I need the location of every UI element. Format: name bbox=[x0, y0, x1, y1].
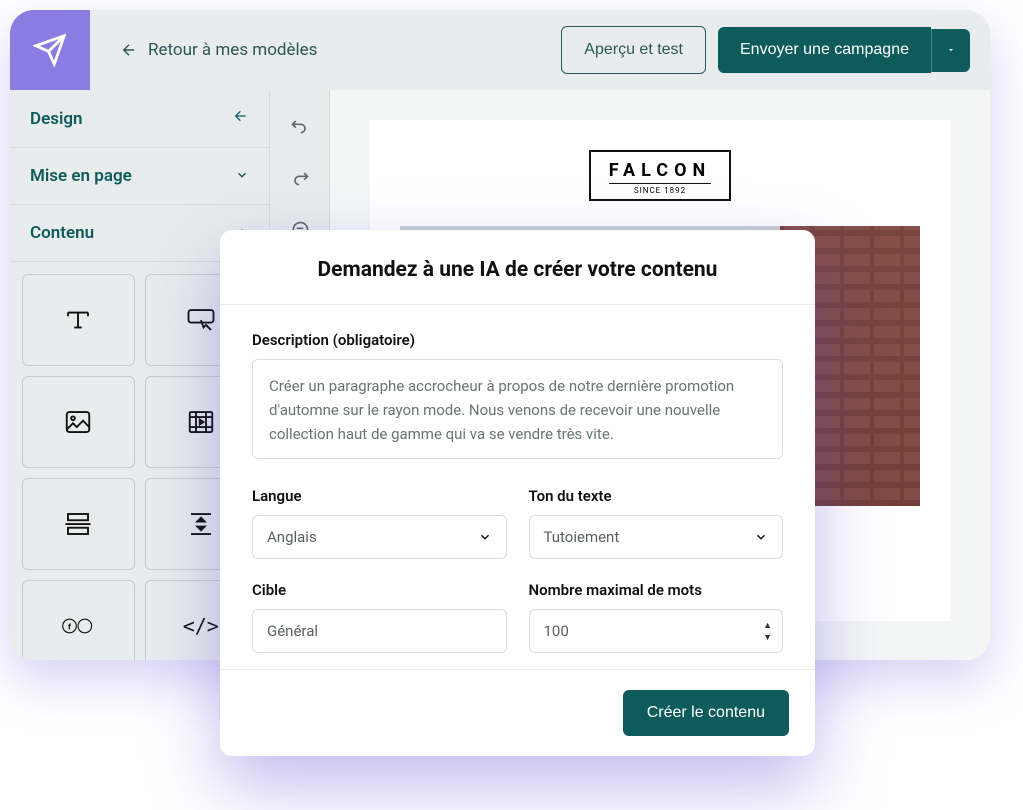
cursor-icon bbox=[186, 305, 216, 335]
block-text[interactable] bbox=[22, 274, 135, 366]
collapse-icon bbox=[233, 108, 249, 129]
chevron-down-icon bbox=[235, 168, 249, 185]
maxwords-input[interactable]: ▲ ▼ bbox=[529, 609, 784, 653]
html-icon: </> bbox=[183, 614, 219, 638]
chevron-down-icon bbox=[478, 530, 492, 544]
language-value: Anglais bbox=[267, 528, 317, 546]
target-input[interactable] bbox=[252, 609, 507, 653]
redo-button[interactable] bbox=[270, 152, 329, 204]
step-up-icon[interactable]: ▲ bbox=[763, 620, 772, 631]
preview-test-button[interactable]: Aperçu et test bbox=[561, 26, 706, 74]
top-bar: Retour à mes modèles Aperçu et test Envo… bbox=[10, 10, 990, 90]
text-icon bbox=[63, 305, 93, 335]
tone-value: Tutoiement bbox=[544, 528, 620, 546]
send-campaign-button[interactable]: Envoyer une campagne bbox=[718, 27, 931, 73]
arrow-left-icon bbox=[120, 41, 138, 59]
send-campaign-dropdown[interactable] bbox=[931, 29, 970, 72]
accordion-design[interactable]: Design bbox=[10, 90, 269, 148]
brand-name: FALCON bbox=[609, 160, 711, 181]
tone-select[interactable]: Tutoiement bbox=[529, 515, 784, 559]
undo-icon bbox=[290, 116, 310, 136]
paper-plane-icon bbox=[33, 33, 67, 67]
language-label: Langue bbox=[252, 487, 507, 505]
maxwords-value[interactable] bbox=[544, 610, 764, 652]
social-icon: f bbox=[61, 616, 95, 636]
chevron-down-icon bbox=[754, 530, 768, 544]
create-content-button[interactable]: Créer le contenu bbox=[623, 690, 789, 736]
divider-icon bbox=[63, 509, 93, 539]
number-stepper[interactable]: ▲ ▼ bbox=[763, 620, 772, 643]
accordion-layout[interactable]: Mise en page bbox=[10, 148, 269, 205]
redo-icon bbox=[290, 168, 310, 188]
block-divider[interactable] bbox=[22, 478, 135, 570]
spacer-icon bbox=[186, 509, 216, 539]
app-logo[interactable] bbox=[10, 10, 90, 90]
tone-label: Ton du texte bbox=[529, 487, 784, 505]
description-label: Description (obligatoire) bbox=[252, 331, 783, 349]
caret-down-icon bbox=[946, 45, 956, 55]
svg-text:f: f bbox=[68, 622, 72, 632]
modal-title: Demandez à une IA de créer votre contenu bbox=[220, 230, 815, 305]
target-label: Cible bbox=[252, 581, 507, 599]
maxwords-label: Nombre maximal de mots bbox=[529, 581, 784, 599]
brand-logo: FALCON SINCE 1892 bbox=[589, 150, 731, 201]
undo-button[interactable] bbox=[270, 100, 329, 152]
video-icon bbox=[186, 407, 216, 437]
language-select[interactable]: Anglais bbox=[252, 515, 507, 559]
block-social[interactable]: f bbox=[22, 580, 135, 660]
design-label: Design bbox=[30, 109, 83, 129]
description-textarea[interactable] bbox=[252, 359, 783, 459]
back-to-templates[interactable]: Retour à mes modèles bbox=[120, 40, 317, 60]
step-down-icon[interactable]: ▼ bbox=[763, 632, 772, 643]
layout-label: Mise en page bbox=[30, 166, 132, 186]
ai-content-modal: Demandez à une IA de créer votre contenu… bbox=[220, 230, 815, 756]
image-icon bbox=[63, 407, 93, 437]
content-label: Contenu bbox=[30, 223, 94, 243]
block-image[interactable] bbox=[22, 376, 135, 468]
back-label: Retour à mes modèles bbox=[148, 40, 317, 60]
brand-tagline: SINCE 1892 bbox=[609, 183, 711, 195]
